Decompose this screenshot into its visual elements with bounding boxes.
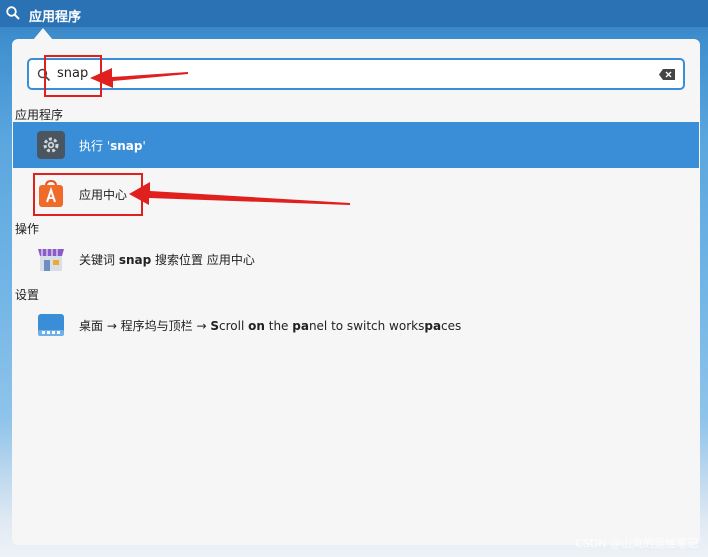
category-apps: 应用程序 [15, 108, 64, 122]
category-settings: 设置 [15, 288, 40, 302]
setting-text-3: the [264, 319, 293, 333]
setting-bold-4: pa [424, 319, 442, 333]
annotation-box-app-center [33, 173, 143, 216]
setting-text-5: ces [441, 319, 462, 333]
store-icon [38, 249, 64, 271]
annotation-box-search [44, 55, 102, 97]
setting-text-4: nel to switch works [308, 319, 425, 333]
watermark: CSDN @山岚的运维笔记 [575, 537, 698, 550]
setting-text-2: croll [219, 319, 249, 333]
top-bar: 应用程序 [0, 0, 708, 27]
clear-icon[interactable] [659, 69, 675, 80]
setting-bold-2: on [248, 319, 265, 333]
search-in-prefix: 关键词 [79, 253, 119, 267]
run-prefix: 执行 ' [79, 139, 111, 153]
search-popup [12, 39, 700, 545]
gear-icon [37, 131, 65, 159]
activities-title[interactable]: 应用程序 [29, 6, 81, 25]
result-dock-setting[interactable]: 桌面 → 程序坞与顶栏 → Scroll on the panel to swi… [13, 302, 699, 348]
search-in-suffix: 搜索位置 应用中心 [151, 253, 255, 267]
search-in-keyword: snap [118, 253, 152, 267]
run-suffix: ' [142, 139, 146, 153]
setting-bold-1: S [210, 319, 220, 333]
result-search-in-app-center[interactable]: 关键词 snap 搜索位置 应用中心 [13, 236, 699, 282]
category-actions: 操作 [15, 222, 40, 236]
setting-bold-3: pa [292, 319, 309, 333]
search-input[interactable]: snap [27, 58, 685, 90]
display-icon [38, 314, 64, 336]
search-icon[interactable] [6, 6, 20, 20]
run-keyword: snap [110, 139, 143, 153]
setting-text-1: 桌面 → 程序坞与顶栏 → [79, 319, 211, 333]
result-run-command[interactable]: 执行 'snap' [13, 122, 699, 168]
